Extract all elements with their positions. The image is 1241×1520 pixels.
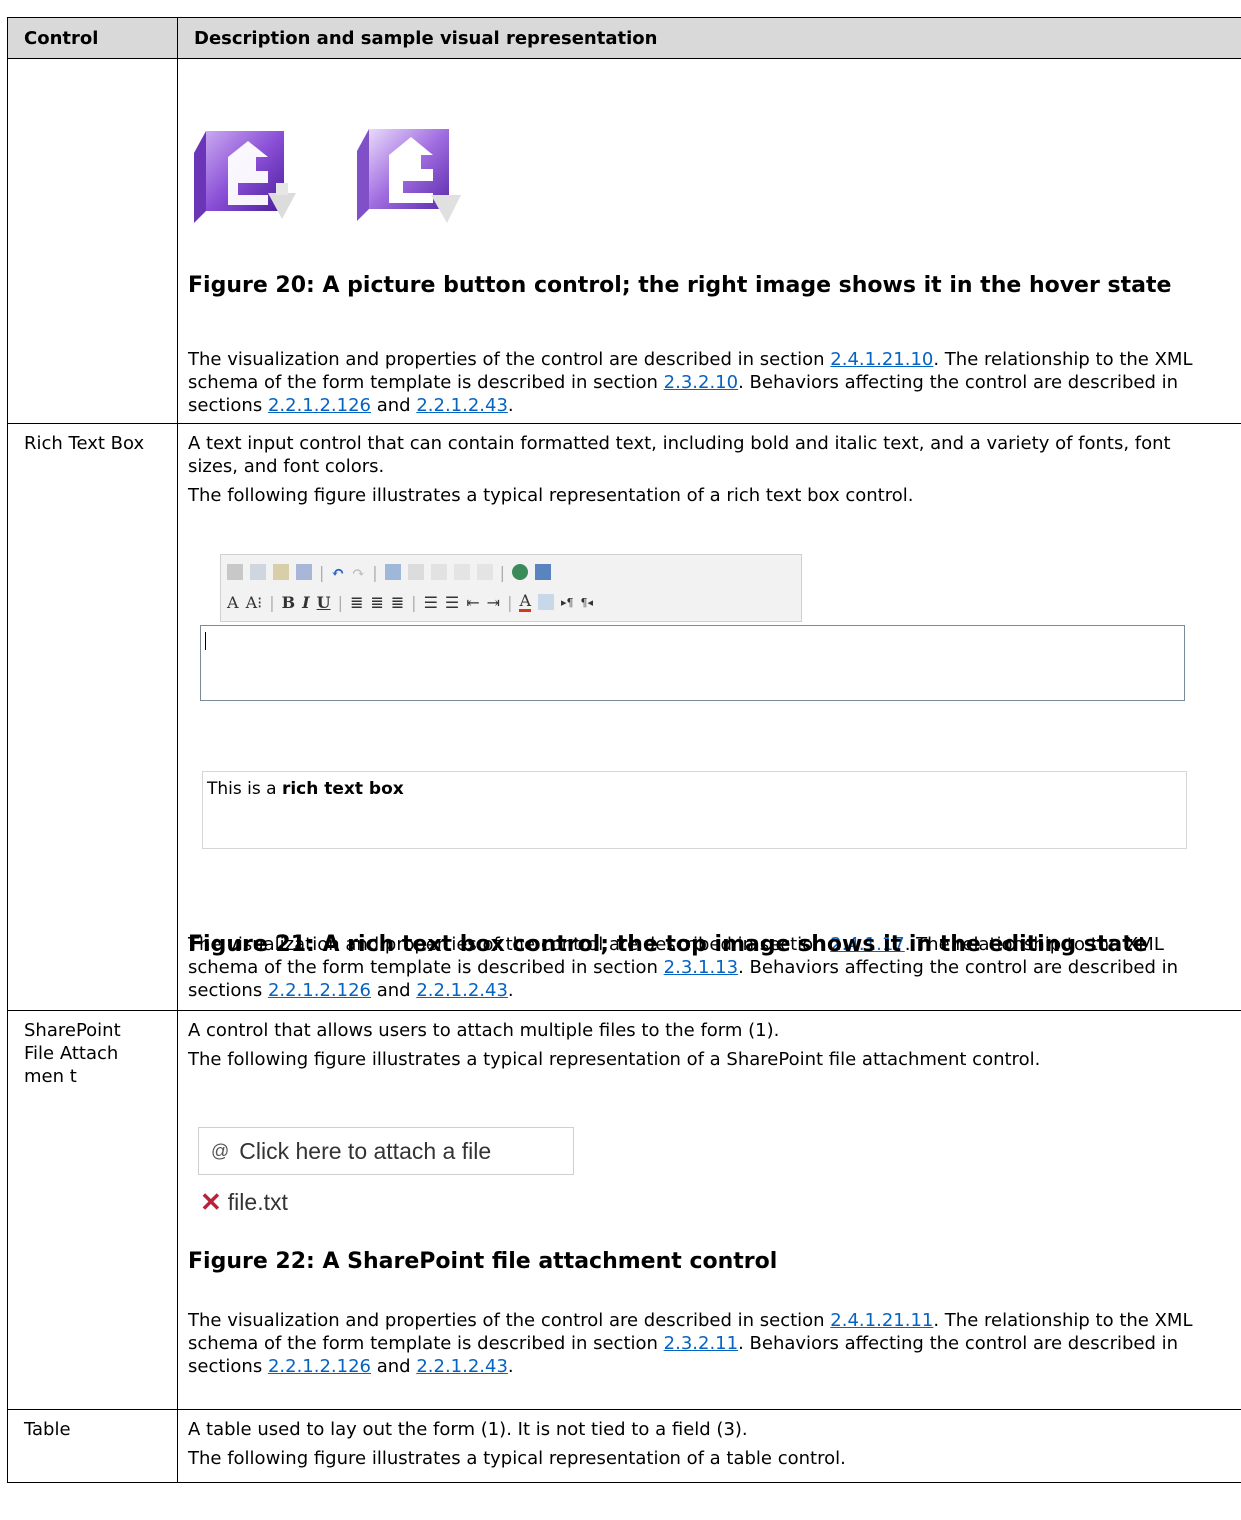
attach-file-button[interactable]: @ Click here to attach a file — [198, 1127, 574, 1175]
control-cell-table: Table — [7, 1409, 178, 1483]
underline-icon[interactable]: U — [317, 591, 331, 614]
description-cell-file-attachment: A control that allows users to attach mu… — [177, 1010, 1241, 1410]
rich-text-box-intro: A text input control that can contain fo… — [188, 433, 1171, 477]
copy-icon[interactable] — [250, 564, 266, 580]
spec-table: Control Description and sample visual re… — [7, 17, 1241, 1483]
link-2-2-1-2-126[interactable]: 2.2.1.2.126 — [268, 1356, 371, 1377]
rich-text-toolbar: | ↶ ↷ | | A A⁝ | B I U | ≣ ≣ ≣ | ☰ ☰ ⇤ ⇥… — [220, 554, 802, 622]
file-attachment-paragraph: The visualization and properties of the … — [188, 1310, 1193, 1377]
table-figure-intro: The following figure illustrates a typic… — [188, 1448, 846, 1469]
rich-text-display-area: This is a rich text box — [202, 771, 1187, 849]
cut-icon[interactable] — [227, 564, 243, 580]
file-attachment-figure-intro: The following figure illustrates a typic… — [188, 1049, 1041, 1070]
description-cell-picture-button: Figure 20: A picture button control; the… — [177, 58, 1241, 424]
link-2-2-1-2-43[interactable]: 2.2.1.2.43 — [416, 1356, 508, 1377]
font-color-icon[interactable]: A — [519, 592, 532, 612]
align-center-icon[interactable]: ≣ — [370, 591, 383, 614]
table-row-rich-text-box: Rich Text Box A text input control that … — [7, 423, 1241, 1011]
table-columns-icon[interactable] — [430, 564, 447, 580]
numbered-list-icon[interactable]: ☰ — [424, 591, 438, 614]
figure-21-caption: Figure 21: A rich text box control; the … — [188, 932, 1148, 957]
decrease-indent-icon[interactable]: ⇤ — [466, 591, 479, 614]
link-2-4-1-21-11[interactable]: 2.4.1.21.11 — [830, 1310, 933, 1331]
header-control: Control — [7, 17, 178, 59]
rich-text-editor-sample: | ↶ ↷ | | A A⁝ | B I U | ≣ ≣ ≣ | ☰ ☰ ⇤ ⇥… — [196, 554, 1186, 724]
hyperlink-icon[interactable] — [511, 564, 528, 580]
control-cell-file-attachment: SharePoint File Attachmen t — [7, 1010, 178, 1410]
figure-22-caption: Figure 22: A SharePoint file attachment … — [188, 1249, 778, 1274]
link-2-2-1-2-126[interactable]: 2.2.1.2.126 — [268, 980, 371, 1001]
picture-button-paragraph: The visualization and properties of the … — [188, 349, 1193, 416]
link-2-3-2-10[interactable]: 2.3.2.10 — [664, 372, 738, 393]
link-2-2-1-2-43[interactable]: 2.2.1.2.43 — [416, 395, 508, 416]
paste-icon[interactable] — [273, 564, 289, 580]
rtl-icon[interactable]: ¶◂ — [581, 591, 594, 614]
rich-text-edit-area[interactable] — [200, 625, 1185, 701]
italic-icon[interactable]: I — [302, 591, 309, 614]
control-cell-empty — [7, 58, 178, 424]
table-row-picture-button: Figure 20: A picture button control; the… — [7, 58, 1241, 424]
bold-icon[interactable]: B — [282, 591, 296, 614]
toolbar-row-1: | ↶ ↷ | | — [227, 559, 551, 585]
insert-picture-icon[interactable] — [534, 564, 551, 580]
rich-text-box-figure-intro: The following figure illustrates a typic… — [188, 485, 914, 506]
table-rows-icon[interactable] — [407, 564, 424, 580]
paperclip-icon: @ — [211, 1140, 230, 1161]
increase-indent-icon[interactable]: ⇥ — [487, 591, 500, 614]
font-icon[interactable]: A — [227, 591, 239, 614]
bullet-list-icon[interactable]: ☰ — [445, 591, 459, 614]
font-size-icon[interactable]: A⁝ — [246, 591, 263, 614]
picture-button-hover-image — [357, 129, 461, 223]
file-attachment-intro: A control that allows users to attach mu… — [188, 1020, 780, 1041]
description-cell-table: A table used to lay out the form (1). It… — [177, 1409, 1241, 1483]
description-cell-rich-text-box: A text input control that can contain fo… — [177, 423, 1241, 1011]
spellcheck-icon[interactable] — [296, 564, 312, 580]
picture-button-normal-image — [194, 131, 296, 223]
delete-file-icon[interactable]: ✕ — [200, 1189, 222, 1215]
link-2-3-2-11[interactable]: 2.3.2.11 — [664, 1333, 738, 1354]
control-cell-rich-text-box: Rich Text Box — [7, 423, 178, 1011]
merge-cells-icon[interactable] — [453, 564, 470, 580]
table-header-row: Control Description and sample visual re… — [7, 17, 1241, 59]
figure-20-caption: Figure 20: A picture button control; the… — [188, 273, 1172, 298]
toolbar-row-2: A A⁝ | B I U | ≣ ≣ ≣ | ☰ ☰ ⇤ ⇥ | A ▸¶ ¶◂ — [227, 590, 594, 614]
align-left-icon[interactable]: ≣ — [350, 591, 363, 614]
link-2-2-1-2-43[interactable]: 2.2.1.2.43 — [416, 980, 508, 1001]
undo-icon[interactable]: ↶ — [331, 561, 344, 584]
insert-table-icon[interactable] — [384, 564, 401, 580]
redo-icon[interactable]: ↷ — [352, 561, 365, 584]
split-cells-icon[interactable] — [476, 564, 493, 580]
align-right-icon[interactable]: ≣ — [391, 591, 404, 614]
header-description: Description and sample visual representa… — [177, 17, 1241, 59]
table-intro: A table used to lay out the form (1). It… — [188, 1419, 748, 1440]
link-2-2-1-2-126[interactable]: 2.2.1.2.126 — [268, 395, 371, 416]
ltr-icon[interactable]: ▸¶ — [561, 591, 574, 614]
attached-file-item: ✕ file.txt — [200, 1187, 288, 1217]
link-2-4-1-21-10[interactable]: 2.4.1.21.10 — [830, 349, 933, 370]
table-row-file-attachment: SharePoint File Attachmen t A control th… — [7, 1010, 1241, 1410]
highlight-icon[interactable] — [538, 594, 555, 610]
table-row-table: Table A table used to lay out the form (… — [7, 1409, 1241, 1483]
link-2-3-1-13[interactable]: 2.3.1.13 — [664, 957, 738, 978]
text-cursor — [205, 632, 206, 650]
